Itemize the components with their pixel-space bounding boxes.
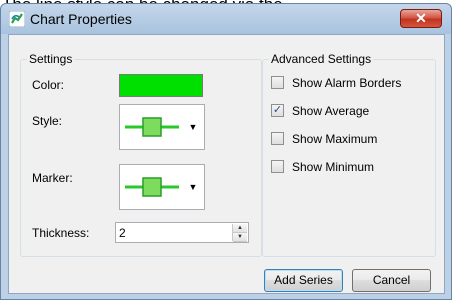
marker-label: Marker: <box>32 171 73 185</box>
option-label: Show Alarm Borders <box>292 76 402 90</box>
line-with-square-marker-icon <box>125 177 179 197</box>
window-title: Chart Properties <box>30 11 132 27</box>
dialog-window: Chart Properties ✕ Settings Color: Style… <box>0 3 452 300</box>
checkbox[interactable] <box>271 160 284 173</box>
chart-app-icon <box>9 11 25 27</box>
thickness-stepper[interactable]: 2 ▲ ▼ <box>115 222 249 243</box>
checkbox[interactable] <box>271 76 284 89</box>
checkbox-checked[interactable]: ✓ <box>271 104 284 117</box>
color-label: Color: <box>32 78 65 92</box>
thickness-label: Thickness: <box>32 226 90 240</box>
spin-down-icon[interactable]: ▼ <box>233 233 247 242</box>
checkbox[interactable] <box>271 132 284 145</box>
advanced-settings-legend: Advanced Settings <box>269 52 374 67</box>
chevron-down-icon[interactable]: ▼ <box>182 165 204 209</box>
option-label: Show Minimum <box>292 160 375 174</box>
style-dropdown[interactable]: ▼ <box>119 104 205 150</box>
check-icon: ✓ <box>272 104 283 116</box>
line-with-square-marker-icon <box>125 117 179 137</box>
chevron-down-icon[interactable]: ▼ <box>182 105 204 149</box>
advanced-settings-group: Advanced Settings Show Alarm Borders ✓ S… <box>262 52 436 257</box>
settings-legend: Settings <box>27 52 75 67</box>
spin-up-icon[interactable]: ▲ <box>233 224 247 233</box>
color-picker[interactable] <box>119 74 203 97</box>
cancel-button[interactable]: Cancel <box>352 269 431 292</box>
option-label: Show Maximum <box>292 132 378 146</box>
marker-dropdown[interactable]: ▼ <box>119 164 205 210</box>
thickness-value[interactable]: 2 <box>119 226 126 240</box>
title-bar[interactable]: Chart Properties ✕ <box>1 4 451 34</box>
add-series-button[interactable]: Add Series <box>264 269 343 292</box>
close-button[interactable]: ✕ <box>400 9 442 28</box>
settings-group: Settings Color: Style: ▼ Marker: ▼ Thick… <box>20 52 262 257</box>
option-label: Show Average <box>292 104 370 118</box>
style-label: Style: <box>32 114 63 128</box>
dialog-body: Settings Color: Style: ▼ Marker: ▼ Thick… <box>8 34 445 294</box>
close-icon: ✕ <box>415 10 427 26</box>
stepper-buttons: ▲ ▼ <box>232 224 247 242</box>
